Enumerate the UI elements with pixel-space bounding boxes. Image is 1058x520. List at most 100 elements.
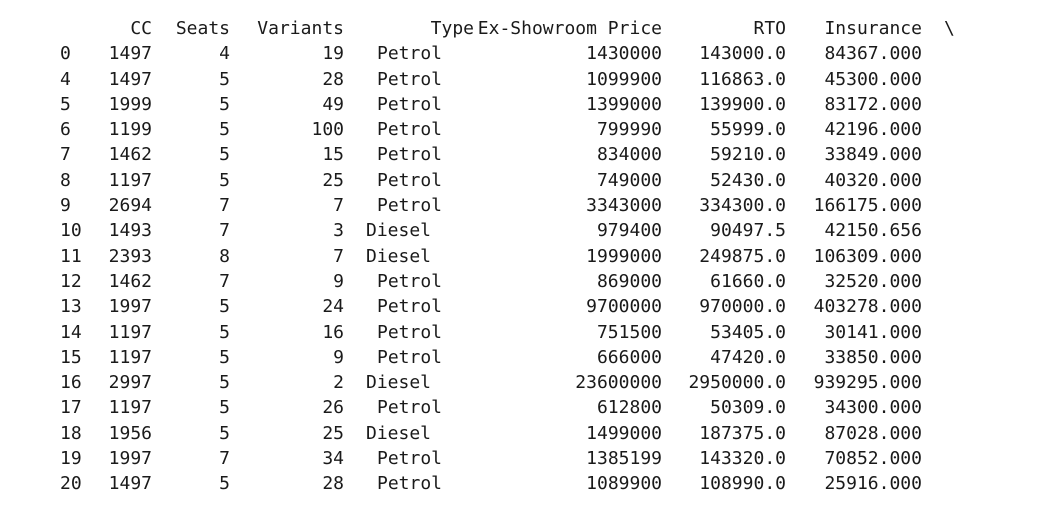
cell-seats: 5: [219, 321, 230, 343]
cell-insurance: 106309.000: [813, 245, 922, 267]
row-index: 17: [60, 397, 82, 419]
cell-price: 1385199: [586, 448, 662, 470]
cell-variants: 3: [333, 220, 344, 242]
header-row: CC Seats Variants Type Ex-Showroom Price…: [0, 16, 1058, 41]
cell-rto: 47420.0: [710, 346, 786, 368]
cell-price: 979400: [596, 220, 662, 242]
cell-insurance: 45300.000: [824, 68, 922, 90]
cell-variants: 28: [322, 68, 344, 90]
row-index: 11: [60, 245, 82, 267]
table-row: 5 1999 5 49 Petrol 1399000 139900.0 83172.000: [0, 92, 1058, 117]
cell-cc: 2393: [108, 245, 152, 267]
header-price: Ex-Showroom Price: [477, 18, 662, 39]
header-seats: Seats: [175, 18, 230, 39]
cell-price: 3343000: [586, 195, 662, 217]
cell-variants: 19: [322, 43, 344, 65]
cell-cc: 2997: [108, 372, 152, 394]
cell-seats: 7: [219, 220, 230, 242]
table-row: 17 1197 5 26 Petrol 612800 50309.0 34300.000: [0, 395, 1058, 420]
header-cc: CC: [130, 18, 152, 39]
cell-cc: 1197: [108, 169, 152, 191]
cell-variants: 34: [322, 448, 344, 470]
cell-variants: 25: [322, 422, 344, 444]
cell-price: 834000: [596, 144, 662, 166]
cell-rto: 108990.0: [699, 473, 786, 495]
cell-rto: 334300.0: [699, 195, 786, 217]
table-row: 20 1497 5 28 Petrol 1089900 108990.0 25916.000: [0, 471, 1058, 496]
table-row: 6 1199 5 100 Petrol 799990 55999.0 42196.000: [0, 117, 1058, 142]
row-index: 7: [60, 144, 71, 166]
cell-insurance: 70852.000: [824, 448, 922, 470]
data-rows: 0 1497 4 19 Petrol 1430000 143000.0 84367.000 4 1…: [0, 41, 1058, 496]
cell-variants: 26: [322, 397, 344, 419]
cell-cc: 1493: [108, 220, 152, 242]
cell-price: 612800: [596, 397, 662, 419]
table-row: 13 1997 5 24 Petrol 9700000 970000.0 403278.000: [0, 294, 1058, 319]
cell-price: 1499000: [586, 422, 662, 444]
cell-price: 1430000: [586, 43, 662, 65]
cell-rto: 116863.0: [699, 68, 786, 90]
table-row: 4 1497 5 28 Petrol 1099900 116863.0 45300.000: [0, 67, 1058, 92]
cell-seats: 5: [219, 68, 230, 90]
row-index: 15: [60, 346, 82, 368]
table-row: 8 1197 5 25 Petrol 749000 52430.0 40320.000: [0, 168, 1058, 193]
cell-seats: 5: [219, 144, 230, 166]
cell-seats: 5: [219, 93, 230, 115]
cell-price: 1399000: [586, 93, 662, 115]
row-index: 18: [60, 422, 82, 444]
cell-insurance: 33849.000: [824, 144, 922, 166]
cell-variants: 16: [322, 321, 344, 343]
row-index: 10: [60, 220, 82, 242]
cell-seats: 7: [219, 448, 230, 470]
cell-cc: 1497: [108, 473, 152, 495]
cell-type: Diesel: [366, 372, 432, 394]
cell-insurance: 34300.000: [824, 397, 922, 419]
table-row: 7 1462 5 15 Petrol 834000 59210.0 33849.000: [0, 142, 1058, 167]
cell-seats: 4: [219, 43, 230, 65]
cell-rto: 139900.0: [699, 93, 786, 115]
cell-seats: 5: [219, 296, 230, 318]
table-row: 9 2694 7 7 Petrol 3343000 334300.0 166175.000: [0, 193, 1058, 218]
cell-insurance: 30141.000: [824, 321, 922, 343]
cell-insurance: 939295.000: [813, 372, 922, 394]
table-row: 14 1197 5 16 Petrol 751500 53405.0 30141.000: [0, 320, 1058, 345]
cell-price: 749000: [596, 169, 662, 191]
cell-rto: 50309.0: [710, 397, 786, 419]
row-index: 13: [60, 296, 82, 318]
cell-type: Diesel: [366, 220, 432, 242]
cell-type: Diesel: [366, 422, 432, 444]
cell-type: Diesel: [366, 245, 432, 267]
cell-cc: 1462: [108, 144, 152, 166]
table-row: 11 2393 8 7 Diesel 1999000 249875.0 106309.000: [0, 244, 1058, 269]
cell-cc: 1999: [108, 93, 152, 115]
row-index: 4: [60, 68, 71, 90]
cell-insurance: 40320.000: [824, 169, 922, 191]
cell-seats: 5: [219, 397, 230, 419]
cell-insurance: 42196.000: [824, 119, 922, 141]
row-index: 16: [60, 372, 82, 394]
header-rto: RTO: [753, 18, 786, 39]
cell-seats: 5: [219, 372, 230, 394]
cell-cc: 1997: [108, 296, 152, 318]
cell-seats: 7: [219, 195, 230, 217]
table-row: 19 1997 7 34 Petrol 1385199 143320.0 70852.000: [0, 446, 1058, 471]
cell-rto: 55999.0: [710, 119, 786, 141]
cell-rto: 970000.0: [699, 296, 786, 318]
cell-rto: 249875.0: [699, 245, 786, 267]
cell-insurance: 32520.000: [824, 270, 922, 292]
cell-cc: 1462: [108, 270, 152, 292]
header-type: Type: [430, 18, 474, 39]
row-index: 19: [60, 448, 82, 470]
cell-price: 751500: [596, 321, 662, 343]
cell-rto: 52430.0: [710, 169, 786, 191]
header-variants: Variants: [257, 18, 344, 39]
cell-variants: 9: [333, 270, 344, 292]
cell-price: 869000: [596, 270, 662, 292]
cell-cc: 1197: [108, 321, 152, 343]
cell-price: 1999000: [586, 245, 662, 267]
cell-rto: 143000.0: [699, 43, 786, 65]
cell-price: 799990: [596, 119, 662, 141]
cell-cc: 1497: [108, 43, 152, 65]
table-row: 0 1497 4 19 Petrol 1430000 143000.0 84367.000: [0, 41, 1058, 66]
cell-variants: 24: [322, 296, 344, 318]
